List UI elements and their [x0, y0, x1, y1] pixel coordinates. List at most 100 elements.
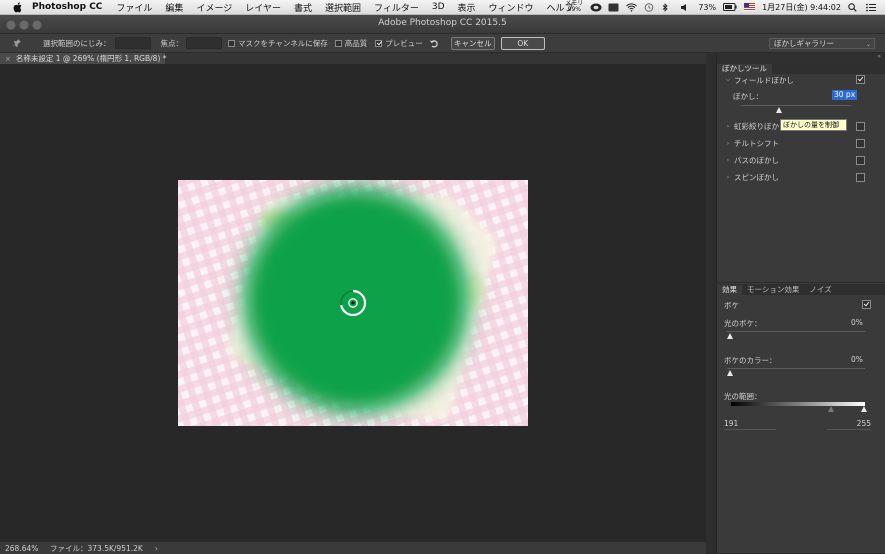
input-source-flag-icon[interactable]: [744, 2, 756, 12]
path-blur-checkbox[interactable]: [856, 156, 865, 165]
chevron-down-icon[interactable]: ⌵: [723, 76, 733, 84]
light-range-min-value[interactable]: 191: [724, 419, 776, 430]
menu-file[interactable]: ファイル: [116, 1, 152, 14]
path-blur-label: パスのぼかし: [734, 155, 779, 165]
blur-pin-handle[interactable]: [338, 288, 368, 318]
adobe-menu-icon[interactable]: [608, 3, 619, 12]
battery-percent: 73%: [698, 2, 717, 12]
blur-amount-input[interactable]: 30 px: [832, 90, 857, 100]
status-menu-chevron-icon[interactable]: ›: [155, 544, 158, 553]
menu-image[interactable]: イメージ: [196, 1, 232, 14]
window-title: Adobe Photoshop CC 2015.5: [378, 18, 507, 28]
bokeh-color-value[interactable]: 0%: [851, 355, 863, 364]
spin-blur-checkbox[interactable]: [856, 173, 865, 182]
tab-motion-effects[interactable]: モーション効果: [742, 285, 804, 295]
panel-splitter[interactable]: [706, 53, 716, 553]
zoom-level[interactable]: 268.64%: [5, 544, 45, 553]
effects-tabbar: 効果 モーション効果 ノイズ: [717, 284, 885, 295]
field-blur-label: フィールドぼかし: [734, 75, 794, 85]
menu-edit[interactable]: 編集: [165, 1, 183, 14]
menu-layer[interactable]: レイヤー: [245, 1, 281, 14]
high-quality-checkbox[interactable]: [334, 39, 342, 47]
focus-label: 焦点：: [160, 38, 184, 48]
focus-field[interactable]: [186, 37, 222, 49]
blur-gallery-select-value: ぼかしギャラリー: [774, 38, 834, 48]
ok-button[interactable]: OK: [500, 36, 545, 50]
chevron-down-icon: ⌄: [865, 40, 871, 48]
bokeh-color-label: ボケのカラー：: [724, 356, 777, 365]
light-range-label: 光の範囲：: [724, 392, 762, 401]
light-bokeh-value[interactable]: 0%: [851, 318, 863, 327]
iris-blur-row[interactable]: › 虹彩絞りぼかし: [717, 119, 885, 133]
document-tab-label: 名称未設定 1 @ 269% (楕円形 1, RGB/8) *: [15, 54, 167, 63]
apple-icon[interactable]: [10, 1, 24, 13]
spotlight-search-icon[interactable]: [848, 2, 859, 12]
preview-label: プレビュー: [385, 38, 423, 48]
clock[interactable]: 1月27日(金) 9:44:02: [762, 2, 841, 13]
field-blur-row[interactable]: ⌵ フィールドぼかし: [717, 73, 885, 87]
time-machine-icon[interactable]: [644, 2, 655, 12]
bokeh-color-slider-track[interactable]: [727, 368, 865, 369]
preview-checkbox[interactable]: [375, 39, 383, 47]
menubar-status-area: メモリ 99% 73% 1月27日(金) 9:44:02: [565, 0, 877, 14]
selection-blur-field[interactable]: [114, 37, 151, 49]
menu-type[interactable]: 書式: [294, 1, 312, 14]
blur-gallery-select[interactable]: ぼかしギャラリー ⌄: [769, 37, 875, 49]
volume-icon[interactable]: [680, 3, 691, 12]
path-blur-row[interactable]: › パスのぼかし: [717, 153, 885, 167]
cancel-button[interactable]: キャンセル: [450, 36, 495, 50]
light-bokeh-slider-track[interactable]: [727, 331, 865, 332]
save-mask-label: マスクをチャンネルに保存: [238, 38, 328, 48]
light-range-gradient[interactable]: [731, 402, 865, 406]
chevron-right-icon[interactable]: ›: [723, 174, 733, 181]
high-quality-label: 高品質: [344, 38, 368, 48]
mac-menubar: Photoshop CC ファイル 編集 イメージ レイヤー 書式 選択範囲 フ…: [0, 0, 885, 15]
wifi-icon[interactable]: [626, 2, 638, 12]
file-size-info[interactable]: ファイル：373.5K/951.2K: [50, 543, 143, 554]
light-range-max-thumb[interactable]: [861, 406, 867, 412]
chevron-right-icon[interactable]: ›: [723, 123, 733, 130]
document-tab[interactable]: × 名称未設定 1 @ 269% (楕円形 1, RGB/8) *: [0, 53, 167, 64]
panel-top-strip: »: [717, 53, 885, 63]
spin-blur-row[interactable]: › スピンぼかし: [717, 170, 885, 184]
tab-noise[interactable]: ノイズ: [804, 285, 836, 295]
status-bar: 268.64% ファイル：373.5K/951.2K ›: [0, 541, 706, 554]
bluetooth-icon[interactable]: [662, 2, 673, 12]
collapse-panel-icon[interactable]: »: [877, 53, 881, 60]
save-mask-checkbox[interactable]: [228, 39, 235, 47]
window-titlebar: Adobe Photoshop CC 2015.5: [0, 15, 885, 34]
menu-filter[interactable]: フィルター: [374, 1, 419, 14]
iris-blur-label: 虹彩絞りぼかし: [734, 121, 779, 131]
chevron-right-icon[interactable]: ›: [723, 140, 733, 147]
notification-center-icon[interactable]: [866, 3, 877, 12]
iris-blur-checkbox[interactable]: [856, 122, 865, 131]
light-range-min-thumb[interactable]: [828, 406, 834, 412]
blur-panel: » ぼかしツール ⌵ フィールドぼかし ぼかし： 30 px ぼかしの量を制御 …: [716, 53, 885, 553]
close-tab-icon[interactable]: ×: [5, 55, 11, 63]
tilt-shift-row[interactable]: › チルトシフト: [717, 136, 885, 150]
creative-cloud-icon[interactable]: [590, 3, 602, 12]
blur-amount-slider-track[interactable]: [741, 105, 851, 106]
menu-3d[interactable]: 3D: [432, 2, 445, 12]
pin-icon[interactable]: [12, 38, 24, 48]
bokeh-label: ボケ: [724, 301, 739, 310]
battery-icon[interactable]: [723, 2, 737, 12]
bokeh-checkbox[interactable]: [862, 300, 871, 309]
menu-window[interactable]: ウィンドウ: [489, 1, 534, 14]
light-bokeh-slider-thumb[interactable]: [727, 333, 733, 339]
bokeh-color-slider-thumb[interactable]: [727, 370, 733, 376]
chevron-right-icon[interactable]: ›: [723, 157, 733, 164]
selection-blur-label: 選択範囲のにじみ：: [43, 38, 111, 48]
menu-select[interactable]: 選択範囲: [325, 1, 361, 14]
panel-divider: [717, 282, 885, 283]
blur-amount-slider-thumb[interactable]: [776, 107, 782, 113]
menu-view[interactable]: 表示: [458, 1, 476, 14]
field-blur-checkbox[interactable]: [856, 75, 865, 84]
undo-icon[interactable]: [429, 39, 439, 48]
tab-effects[interactable]: 効果: [717, 285, 742, 295]
memory-status[interactable]: メモリ 99%: [565, 1, 583, 13]
menu-app-name[interactable]: Photoshop CC: [32, 2, 102, 12]
light-bokeh-label: 光のボケ：: [724, 319, 762, 328]
tilt-shift-checkbox[interactable]: [856, 139, 865, 148]
light-range-max-value[interactable]: 255: [827, 419, 871, 430]
